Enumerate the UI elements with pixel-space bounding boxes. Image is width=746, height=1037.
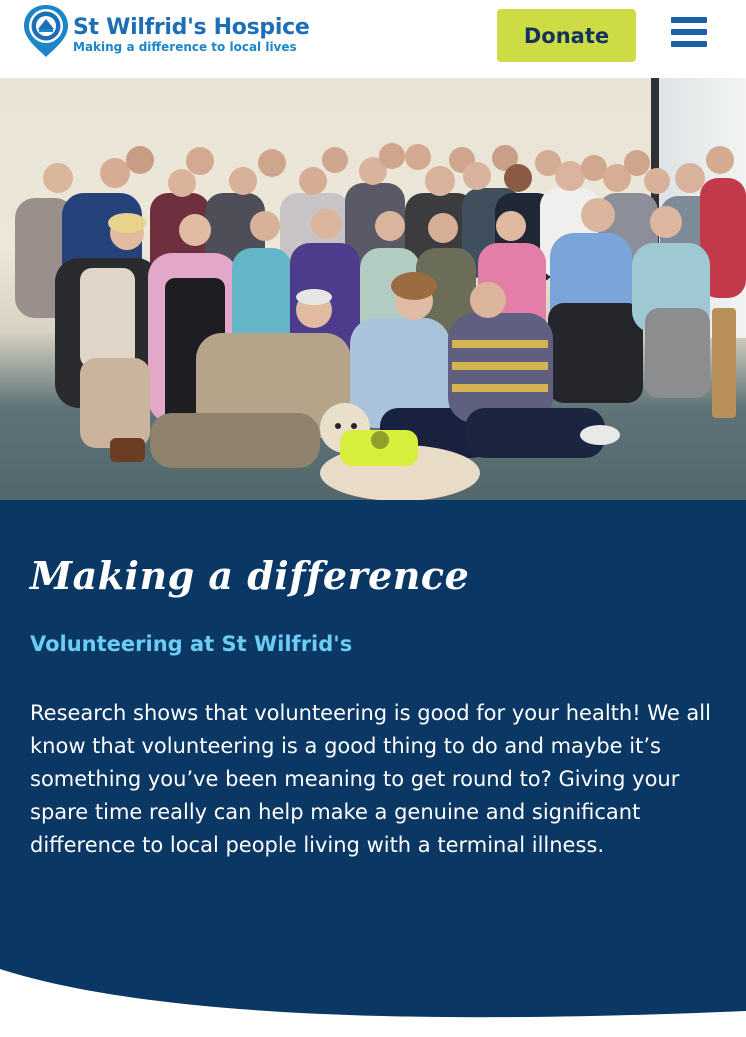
section-heading: Making a difference: [30, 553, 470, 598]
hero-image: [0, 78, 746, 500]
volunteers-group-photo: [15, 143, 746, 500]
hamburger-menu-icon[interactable]: [668, 14, 710, 50]
site-logo[interactable]: St Wilfrid's Hospice Making a difference…: [22, 3, 310, 59]
logo-tagline: Making a difference to local lives: [73, 40, 297, 54]
site-header: St Wilfrid's Hospice Making a difference…: [0, 0, 746, 78]
donate-button[interactable]: Donate: [497, 9, 636, 62]
logo-title: St Wilfrid's Hospice: [73, 15, 310, 40]
section-body-text: Research shows that volunteering is good…: [30, 701, 711, 857]
wave-divider: [0, 969, 746, 1037]
logo-pin-icon: [24, 5, 68, 57]
section-subheading: Volunteering at St Wilfrid's: [30, 632, 353, 656]
